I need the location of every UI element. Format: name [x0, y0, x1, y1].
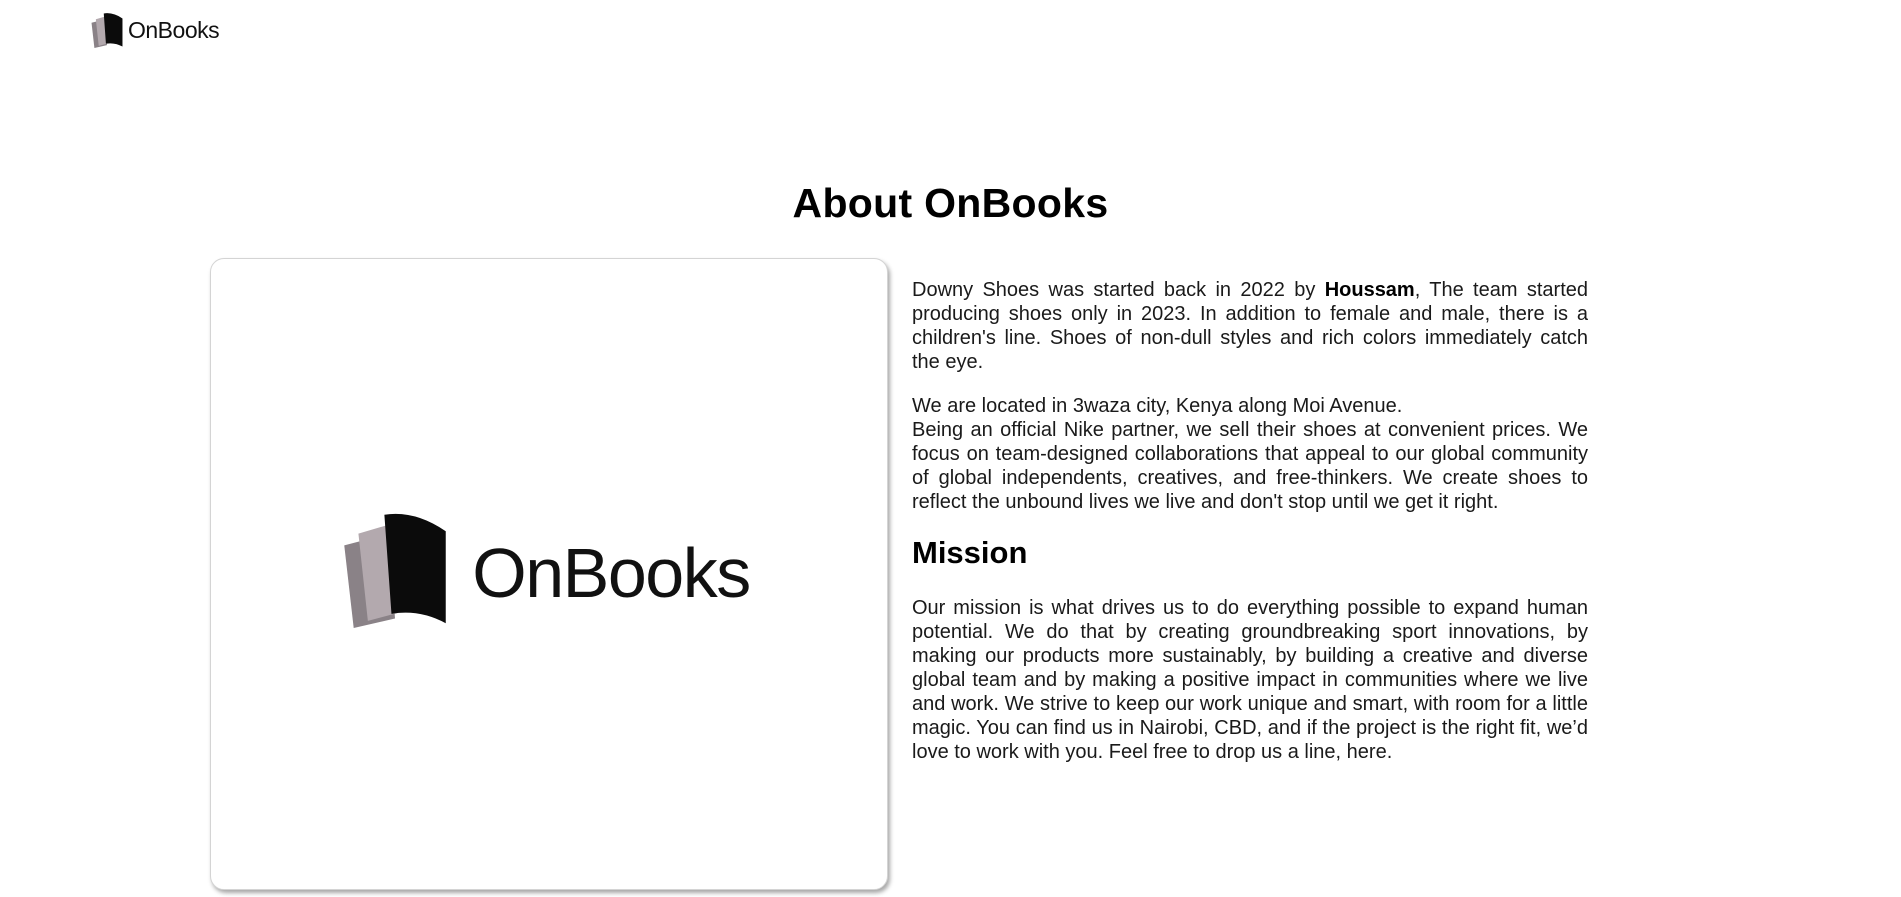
open-book-icon — [90, 12, 124, 48]
about-location-paragraph: We are located in 3waza city, Kenya alon… — [912, 394, 1588, 514]
intro-text-start: Downy Shoes was started back in 2022 by — [912, 279, 1325, 301]
header-logo-link[interactable]: OnBooks — [90, 10, 220, 50]
founder-name: Houssam — [1324, 279, 1415, 301]
about-image-card: OnBooks — [210, 258, 888, 890]
about-intro-paragraph: Downy Shoes was started back in 2022 by … — [912, 278, 1588, 374]
onbooks-logo-image: OnBooks — [336, 510, 751, 628]
about-content: Downy Shoes was started back in 2022 by … — [912, 278, 1588, 784]
partner-text: Being an official Nike partner, we sell … — [912, 419, 1588, 513]
mission-heading: Mission — [912, 535, 1028, 570]
header-brand-name: OnBooks — [128, 16, 220, 43]
open-book-icon — [344, 513, 447, 628]
location-text: We are located in 3waza city, Kenya alon… — [912, 395, 1403, 417]
logo-wordmark: OnBooks — [472, 534, 751, 612]
mission-paragraph: Our mission is what drives us to do ever… — [912, 597, 1588, 763]
page-title: About OnBooks — [792, 180, 1109, 226]
